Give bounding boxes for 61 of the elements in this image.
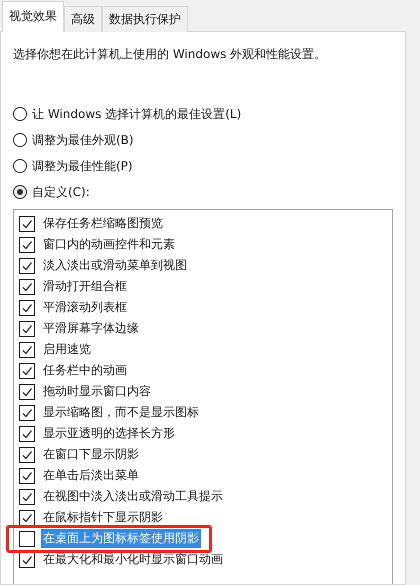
check-icon [21,218,33,230]
tab[interactable]: 高级 [64,6,102,32]
effect-label[interactable]: 淡入淡出或滑动菜单到视图 [41,256,189,275]
effect-label[interactable]: 滑动打开组合框 [41,277,129,296]
check-icon [21,302,33,314]
radio-button[interactable] [13,159,27,173]
radio-button[interactable] [13,185,27,199]
effect-label[interactable]: 窗口内的动画控件和元素 [41,235,177,254]
check-icon [21,470,33,482]
check-icon [21,386,33,398]
effect-label[interactable]: 在桌面上为图标标签使用阴影 [41,529,201,548]
checkbox[interactable] [19,468,35,484]
checkbox[interactable] [19,236,35,252]
effect-label[interactable]: 在单击后淡出菜单 [41,466,141,485]
checkbox[interactable] [19,342,35,358]
checkbox[interactable] [19,530,35,546]
radio-label[interactable]: 调整为最佳性能(P) [32,158,133,174]
check-icon [21,260,33,272]
check-icon [21,428,33,440]
tab[interactable]: 视觉效果 [2,1,64,32]
radio-button[interactable] [13,107,27,121]
check-icon [21,322,33,334]
effect-label[interactable]: 保存任务栏缩略图预览 [41,214,165,233]
check-icon [21,554,33,566]
radio-label[interactable]: 让 Windows 选择计算机的最佳设置(L) [32,106,242,122]
effect-label[interactable]: 启用速览 [41,340,93,359]
checkbox[interactable] [19,258,35,274]
effect-label[interactable]: 平滑滚动列表框 [41,298,129,317]
checkbox[interactable] [19,300,35,316]
checkbox[interactable] [19,362,35,378]
checkbox[interactable] [19,404,35,420]
check-icon [21,448,33,460]
radio-label[interactable]: 自定义(C): [32,184,90,200]
effect-label[interactable]: 在鼠标指针下显示阴影 [41,508,165,527]
description: 选择你想在此计算机上使用的 Windows 外观和性能设置。 [13,46,328,63]
effect-label[interactable]: 平滑屏幕字体边缘 [41,319,141,338]
effect-label[interactable]: 在视图中淡入淡出或滑动工具提示 [41,487,225,506]
check-icon [21,280,33,292]
checkbox[interactable] [19,278,35,294]
checkbox[interactable] [19,384,35,400]
effect-label[interactable]: 任务栏中的动画 [41,361,129,380]
check-icon [21,238,33,250]
effect-label[interactable]: 显示缩略图，而不是显示图标 [41,403,201,422]
checkbox[interactable] [19,320,35,336]
check-icon [21,364,33,376]
radio-button[interactable] [13,133,27,147]
checkbox[interactable] [19,446,35,462]
effect-label[interactable]: 显示亚透明的选择长方形 [41,424,177,443]
radio-label[interactable]: 调整为最佳外观(B) [32,132,134,148]
check-icon [21,406,33,418]
effect-label[interactable]: 在最大化和最小化时显示窗口动画 [41,550,225,569]
checkbox[interactable] [19,426,35,442]
effect-label[interactable]: 拖动时显示窗口内容 [41,382,153,401]
tab[interactable]: 数据执行保护 [102,6,188,32]
checkbox[interactable] [19,510,35,526]
check-icon [21,490,33,502]
effect-label[interactable]: 在窗口下显示阴影 [41,445,141,464]
checkbox[interactable] [19,488,35,504]
check-icon [21,512,33,524]
checkbox[interactable] [19,216,35,232]
check-icon [21,344,33,356]
